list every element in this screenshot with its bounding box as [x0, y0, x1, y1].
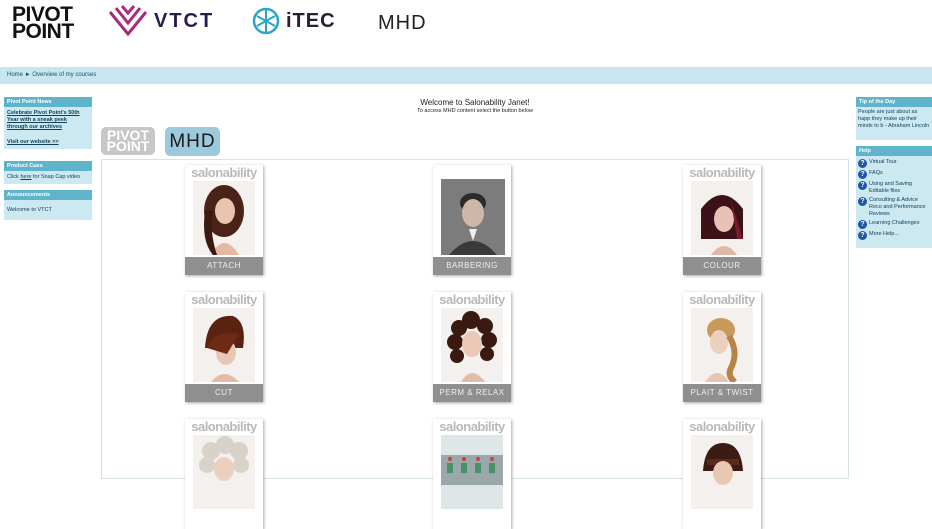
help-item[interactable]: ? Virtual Tour	[858, 159, 930, 168]
help-item-label: Learning Challenges	[869, 220, 920, 226]
vtct-logo: VTCT	[108, 4, 214, 38]
help-item-label: FAQs	[869, 170, 883, 176]
welcome-message: Welcome to Salonability Janet! To access…	[300, 98, 650, 114]
help-question-icon: ?	[858, 231, 867, 240]
course-card-perm-relax[interactable]: salonability PERM & RELAX	[433, 292, 511, 402]
course-card-row3-2[interactable]: salonability	[433, 419, 511, 529]
help-question-icon: ?	[858, 170, 867, 179]
course-image	[691, 435, 753, 509]
announcements-block: Announcements Welcome to VTCT	[4, 190, 92, 220]
card-brand: salonability	[689, 165, 755, 180]
tip-of-the-day-block: Tip of the Day People are just about as …	[856, 97, 932, 140]
breadcrumb-separator: ►	[24, 72, 31, 78]
product-cues-title: Product Cues	[4, 161, 92, 171]
vtct-logo-text: VTCT	[154, 9, 215, 32]
snap-cap-video-link[interactable]: here	[20, 174, 31, 180]
welcome-subtitle: To access MHD content select the button …	[417, 108, 533, 114]
course-card-plait-twist[interactable]: salonability PLAIT & TWIST	[683, 292, 761, 402]
product-cues-pre: Click	[7, 174, 21, 180]
course-label: BARBERING	[433, 257, 511, 275]
product-cues-text: Click here for Snap Cap video	[4, 171, 92, 184]
tip-title: Tip of the Day	[856, 97, 932, 107]
help-item[interactable]: ? Using and Saving Editable files	[858, 181, 930, 195]
course-image	[193, 181, 255, 255]
course-card-row3-1[interactable]: salonability	[185, 419, 263, 529]
course-image	[691, 181, 753, 255]
help-item[interactable]: ? Learning Challenges	[858, 220, 930, 229]
help-item-label: Consulting & Advice Reco and Performance…	[869, 197, 926, 217]
help-question-icon: ?	[858, 159, 867, 168]
help-item[interactable]: ? Consulting & Advice Reco and Performanc…	[858, 197, 930, 218]
announcement-text: Welcome to VTCT	[7, 207, 52, 213]
welcome-title: Welcome to Salonability Janet!	[420, 98, 530, 107]
breadcrumb-current: Overview of my courses	[32, 72, 97, 78]
course-image	[441, 435, 503, 509]
pivot-point-button[interactable]: PIVOT POINT	[101, 127, 155, 155]
card-brand: salonability	[191, 292, 257, 307]
card-brand: salonability	[191, 165, 257, 180]
itec-logo-text: iTEC	[286, 9, 336, 32]
course-card-attach[interactable]: salonability ATTACH	[185, 165, 263, 275]
help-item-label: Using and Saving Editable files	[869, 181, 913, 194]
help-question-icon: ?	[858, 181, 867, 190]
itec-logo: iTEC	[252, 6, 336, 36]
course-label: CUT	[185, 384, 263, 402]
help-title: Help	[856, 146, 932, 156]
card-brand: salonability	[689, 419, 755, 434]
vtct-chevron-icon	[108, 5, 148, 37]
course-image	[441, 179, 505, 255]
mhd-button[interactable]: MHD	[165, 127, 220, 156]
itec-globe-icon	[252, 7, 280, 35]
card-brand: salonability	[439, 292, 505, 307]
help-list: ? Virtual Tour? FAQs? Using and Saving Edit…	[856, 156, 932, 244]
help-item[interactable]: ? More Help...	[858, 231, 930, 240]
course-label: PERM & RELAX	[433, 384, 511, 402]
card-brand: salonability	[689, 292, 755, 307]
breadcrumb-home-link[interactable]: Home	[7, 72, 23, 78]
course-card-cut[interactable]: salonability CUT	[185, 292, 263, 402]
course-image	[691, 308, 753, 382]
help-item-label: Virtual Tour	[869, 159, 897, 165]
news-block-title: Pivot Point News	[4, 97, 92, 107]
help-question-icon: ?	[858, 197, 867, 206]
course-label: PLAIT & TWIST	[683, 384, 761, 402]
course-card-row3-3[interactable]: salonability	[683, 419, 761, 529]
course-image	[441, 308, 503, 382]
pivot-point-news-block: Pivot Point News Celebrate Pivot Point's…	[4, 97, 92, 149]
tip-text: People are just about as happ they make …	[858, 109, 930, 129]
product-cues-block: Product Cues Click here for Snap Cap vid…	[4, 161, 92, 184]
help-block: Help ? Virtual Tour? FAQs? Using and Saving…	[856, 146, 932, 248]
course-card-colour[interactable]: salonability COLOUR	[683, 165, 761, 275]
product-cues-post: for Snap Cap video	[31, 174, 81, 180]
card-brand: salonability	[191, 419, 257, 434]
mhd-logo: MHD	[378, 12, 427, 34]
help-item-label: More Help...	[869, 231, 899, 237]
announcements-title: Announcements	[4, 190, 92, 200]
help-question-icon: ?	[858, 220, 867, 229]
help-item[interactable]: ? FAQs	[858, 170, 930, 179]
course-image	[193, 308, 255, 382]
course-image	[193, 435, 255, 509]
visit-website-link[interactable]: Visit our website >>	[7, 139, 59, 145]
breadcrumb: Home ► Overview of my courses	[0, 67, 932, 84]
pivot-logo-line2: POINT	[12, 20, 74, 43]
course-card-barbering[interactable]: BARBERING	[433, 165, 511, 275]
pivot-button-line2: POINT	[106, 138, 150, 154]
pivot-point-logo: PIVOT POINT	[12, 4, 76, 43]
course-label: COLOUR	[683, 257, 761, 275]
news-archive-link[interactable]: Celebrate Pivot Point's 50th Year with a…	[7, 110, 80, 130]
course-label: ATTACH	[185, 257, 263, 275]
card-brand: salonability	[439, 419, 505, 434]
